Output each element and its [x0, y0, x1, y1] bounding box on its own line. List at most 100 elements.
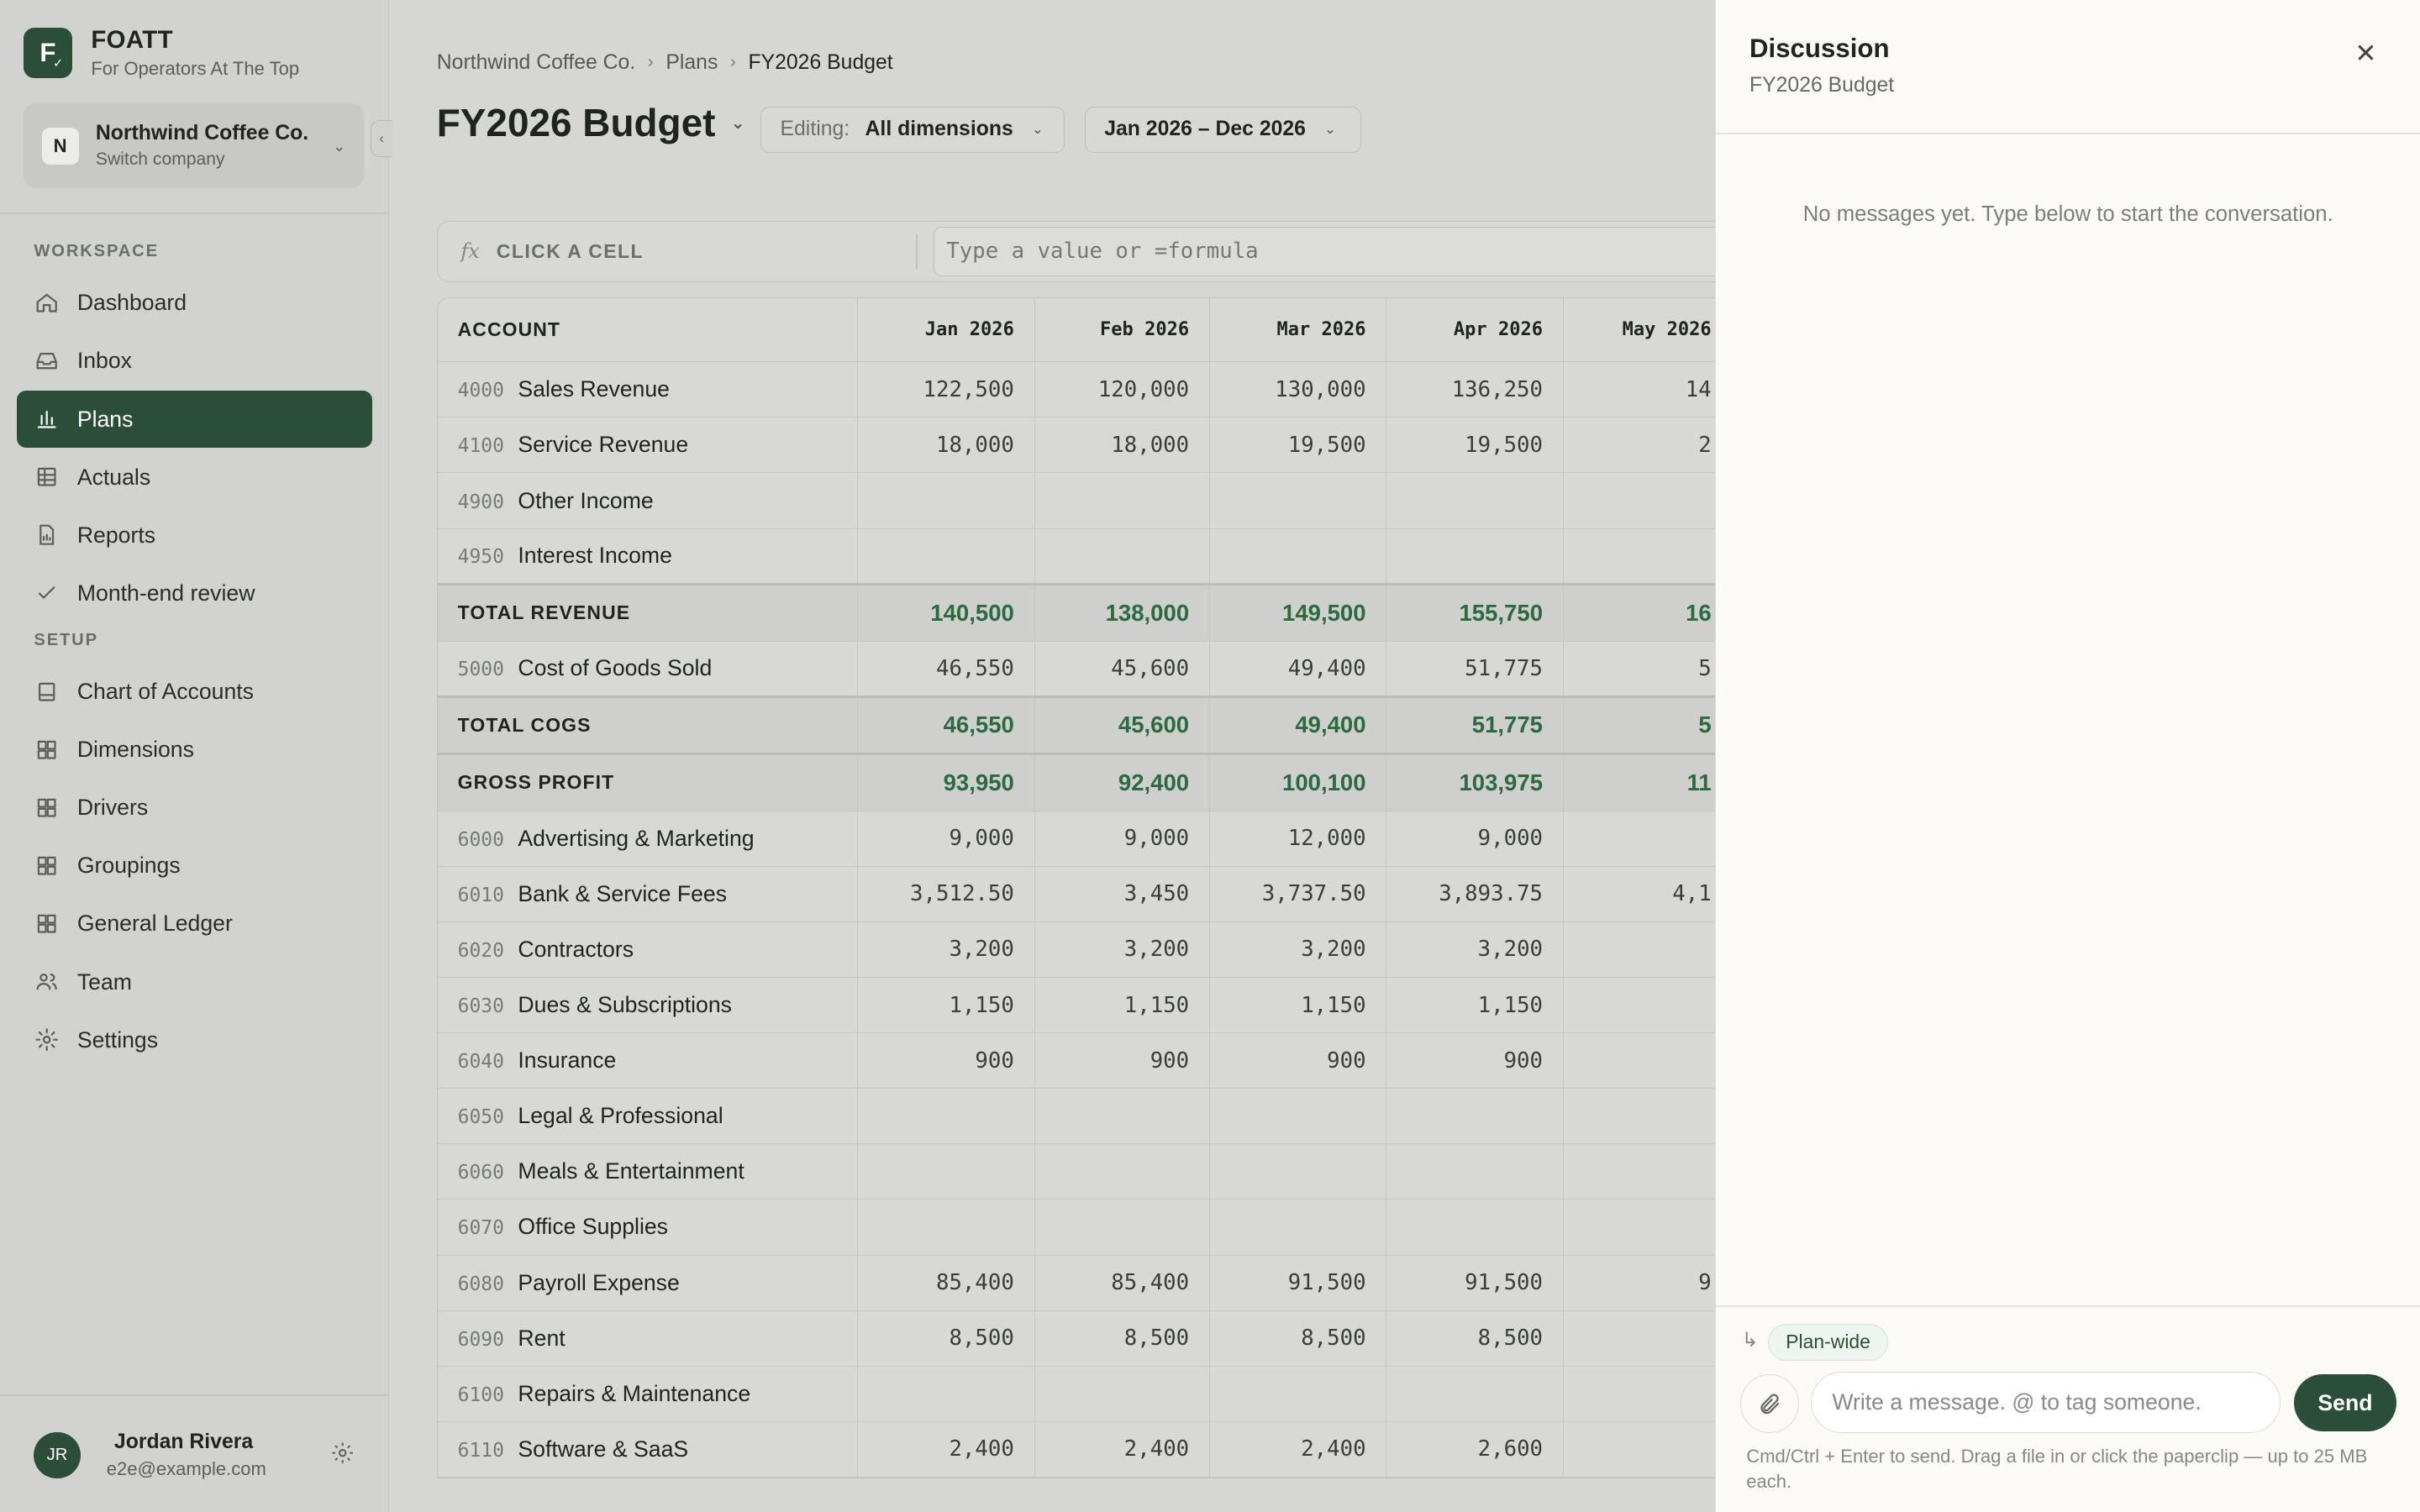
sidebar-item-drivers[interactable]: Drivers	[17, 780, 371, 837]
value-cell[interactable]	[1034, 1143, 1211, 1200]
value-cell[interactable]: 14	[1563, 361, 1733, 418]
sidebar-item-inbox[interactable]: Inbox	[17, 333, 371, 390]
value-cell[interactable]: 85,400	[857, 1255, 1035, 1311]
value-cell[interactable]	[1386, 1366, 1564, 1422]
value-cell[interactable]: 9,000	[1034, 811, 1211, 867]
value-cell[interactable]: 122,500	[857, 361, 1035, 418]
sidebar-item-actuals[interactable]: Actuals	[17, 449, 371, 506]
value-cell[interactable]: 91,500	[1386, 1255, 1564, 1311]
value-cell[interactable]	[857, 528, 1035, 585]
value-cell[interactable]: 2,400	[1209, 1421, 1387, 1478]
value-cell[interactable]: 120,000	[1034, 361, 1211, 418]
value-cell[interactable]: 1,150	[857, 977, 1035, 1034]
value-cell[interactable]: 3,200	[1034, 921, 1211, 978]
value-cell[interactable]: 2,400	[857, 1421, 1035, 1478]
value-cell[interactable]	[1563, 472, 1733, 529]
value-cell[interactable]: 900	[1034, 1032, 1211, 1089]
value-cell[interactable]: 91,500	[1209, 1255, 1387, 1311]
sidebar-item-groupings[interactable]: Groupings	[17, 837, 371, 895]
value-cell[interactable]: 49,400	[1209, 641, 1387, 697]
value-cell[interactable]	[1563, 1199, 1733, 1256]
value-cell[interactable]	[1386, 528, 1564, 585]
sidebar-item-chart-of-accounts[interactable]: Chart of Accounts	[17, 664, 371, 721]
value-cell[interactable]	[1563, 977, 1733, 1034]
breadcrumb-plans[interactable]: Plans	[666, 51, 718, 75]
value-cell[interactable]: 9	[1563, 1255, 1733, 1311]
breadcrumb-company[interactable]: Northwind Coffee Co.	[437, 51, 635, 75]
collapse-sidebar-button[interactable]: ‹	[370, 120, 392, 158]
user-profile[interactable]: JR Jordan Rivera e2e@example.com	[34, 1431, 358, 1481]
value-cell[interactable]: 46,550	[857, 641, 1035, 697]
value-cell[interactable]: 8,500	[1386, 1310, 1564, 1367]
value-cell[interactable]	[1034, 1366, 1211, 1422]
value-cell[interactable]	[1209, 528, 1387, 585]
value-cell[interactable]	[1563, 921, 1733, 978]
value-cell[interactable]: 900	[1386, 1032, 1564, 1089]
value-cell[interactable]	[1563, 1088, 1733, 1145]
value-cell[interactable]: 900	[857, 1032, 1035, 1089]
sidebar-item-dimensions[interactable]: Dimensions	[17, 722, 371, 779]
value-cell[interactable]	[1209, 472, 1387, 529]
value-cell[interactable]: 3,512.50	[857, 866, 1035, 922]
value-cell[interactable]	[1209, 1143, 1387, 1200]
value-cell[interactable]: 18,000	[1034, 417, 1211, 474]
value-cell[interactable]	[857, 472, 1035, 529]
value-cell[interactable]: 9,000	[1386, 811, 1564, 867]
value-cell[interactable]	[1563, 1032, 1733, 1089]
value-cell[interactable]: 130,000	[1209, 361, 1387, 418]
value-cell[interactable]: 12,000	[1209, 811, 1387, 867]
value-cell[interactable]: 4,1	[1563, 866, 1733, 922]
value-cell[interactable]: 85,400	[1034, 1255, 1211, 1311]
value-cell[interactable]: 51,775	[1386, 641, 1564, 697]
value-cell[interactable]	[1563, 811, 1733, 867]
editing-dimension-select[interactable]: Editing: All dimensions ⌄	[760, 106, 1065, 153]
value-cell[interactable]: 1,150	[1386, 977, 1564, 1034]
sidebar-item-general-ledger[interactable]: General Ledger	[17, 895, 371, 953]
value-cell[interactable]	[1209, 1366, 1387, 1422]
value-cell[interactable]	[857, 1199, 1035, 1256]
value-cell[interactable]: 45,600	[1034, 641, 1211, 697]
scope-chip[interactable]: Plan-wide	[1768, 1323, 1889, 1361]
send-button[interactable]: Send	[2294, 1374, 2396, 1432]
close-icon[interactable]: ✕	[2354, 39, 2376, 69]
value-cell[interactable]	[857, 1366, 1035, 1422]
value-cell[interactable]	[1209, 1088, 1387, 1145]
value-cell[interactable]	[1386, 472, 1564, 529]
value-cell[interactable]: 3,893.75	[1386, 866, 1564, 922]
value-cell[interactable]: 3,200	[1386, 921, 1564, 978]
gear-icon[interactable]	[330, 1441, 355, 1465]
value-cell[interactable]: 1,150	[1209, 977, 1387, 1034]
value-cell[interactable]	[1563, 1421, 1733, 1478]
value-cell[interactable]: 8,500	[1034, 1310, 1211, 1367]
value-cell[interactable]	[1386, 1088, 1564, 1145]
value-cell[interactable]: 19,500	[1209, 417, 1387, 474]
value-cell[interactable]	[857, 1143, 1035, 1200]
value-cell[interactable]: 3,200	[1209, 921, 1387, 978]
value-cell[interactable]: 18,000	[857, 417, 1035, 474]
value-cell[interactable]: 9,000	[857, 811, 1035, 867]
sidebar-item-dashboard[interactable]: Dashboard	[17, 275, 371, 332]
value-cell[interactable]: 1,150	[1034, 977, 1211, 1034]
company-switcher[interactable]: N Northwind Coffee Co. Switch company ⌄	[23, 103, 365, 189]
sidebar-item-plans[interactable]: Plans	[17, 391, 372, 448]
value-cell[interactable]: 5	[1563, 641, 1733, 697]
value-cell[interactable]: 3,450	[1034, 866, 1211, 922]
sidebar-item-team[interactable]: Team	[17, 953, 371, 1011]
value-cell[interactable]	[1563, 528, 1733, 585]
value-cell[interactable]: 2,400	[1034, 1421, 1211, 1478]
formula-input[interactable]: Type a value or =formula	[933, 226, 1733, 276]
value-cell[interactable]	[1034, 1088, 1211, 1145]
value-cell[interactable]	[857, 1088, 1035, 1145]
value-cell[interactable]	[1386, 1143, 1564, 1200]
sidebar-item-settings[interactable]: Settings	[17, 1011, 371, 1068]
value-cell[interactable]: 8,500	[1209, 1310, 1387, 1367]
value-cell[interactable]	[1563, 1143, 1733, 1200]
message-input[interactable]: Write a message. @ to tag someone.	[1811, 1371, 2281, 1434]
paperclip-icon[interactable]	[1739, 1374, 1799, 1434]
value-cell[interactable]: 8,500	[857, 1310, 1035, 1367]
value-cell[interactable]	[1563, 1366, 1733, 1422]
value-cell[interactable]: 136,250	[1386, 361, 1564, 418]
brand[interactable]: F ✓ FOATT For Operators At The Top	[23, 26, 299, 80]
date-range-select[interactable]: Jan 2026 – Dec 2026 ⌄	[1085, 106, 1361, 153]
sidebar-item-reports[interactable]: Reports	[17, 507, 371, 564]
